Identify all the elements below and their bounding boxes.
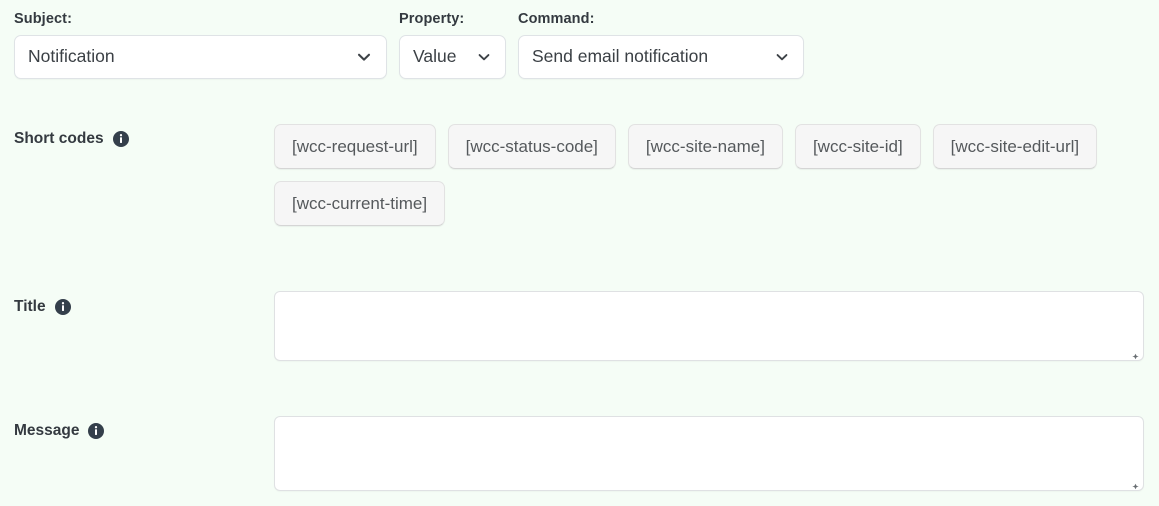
subject-selected-value: Notification (28, 46, 115, 67)
short-code-chip[interactable]: [wcc-site-name] (628, 124, 783, 169)
short-code-chip[interactable]: [wcc-status-code] (448, 124, 616, 169)
selector-row: Subject: Notification Property: Value Co… (14, 12, 804, 79)
title-label: Title (14, 299, 46, 315)
command-selected-value: Send email notification (532, 46, 708, 67)
resize-handle-icon[interactable] (1131, 478, 1140, 487)
short-code-chip[interactable]: [wcc-request-url] (274, 124, 436, 169)
title-textarea[interactable] (274, 291, 1144, 361)
chevron-down-icon (476, 49, 492, 65)
message-textarea[interactable] (274, 416, 1144, 491)
property-field-group: Property: Value (399, 12, 506, 79)
short-codes-chip-list: [wcc-request-url] [wcc-status-code] [wcc… (274, 124, 1144, 226)
command-select[interactable]: Send email notification (518, 35, 804, 79)
short-codes-label: Short codes (14, 131, 104, 147)
short-code-chip[interactable]: [wcc-site-edit-url] (933, 124, 1097, 169)
command-label: Command: (518, 12, 804, 27)
chevron-down-icon (355, 48, 373, 66)
short-code-chip[interactable]: [wcc-current-time] (274, 181, 445, 226)
chevron-down-icon (774, 49, 790, 65)
property-select[interactable]: Value (399, 35, 506, 79)
resize-handle-icon[interactable] (1131, 348, 1140, 357)
property-label: Property: (399, 12, 506, 27)
subject-select[interactable]: Notification (14, 35, 387, 79)
subject-label: Subject: (14, 12, 387, 27)
message-label-group: Message (14, 423, 104, 439)
info-circle-icon[interactable] (88, 423, 104, 439)
subject-field-group: Subject: Notification (14, 12, 387, 79)
command-field-group: Command: Send email notification (518, 12, 804, 79)
title-label-group: Title (14, 299, 71, 315)
short-codes-label-group: Short codes (14, 131, 129, 147)
short-code-chip[interactable]: [wcc-site-id] (795, 124, 921, 169)
message-label: Message (14, 423, 79, 439)
info-circle-icon[interactable] (113, 131, 129, 147)
property-selected-value: Value (413, 46, 456, 67)
info-circle-icon[interactable] (55, 299, 71, 315)
